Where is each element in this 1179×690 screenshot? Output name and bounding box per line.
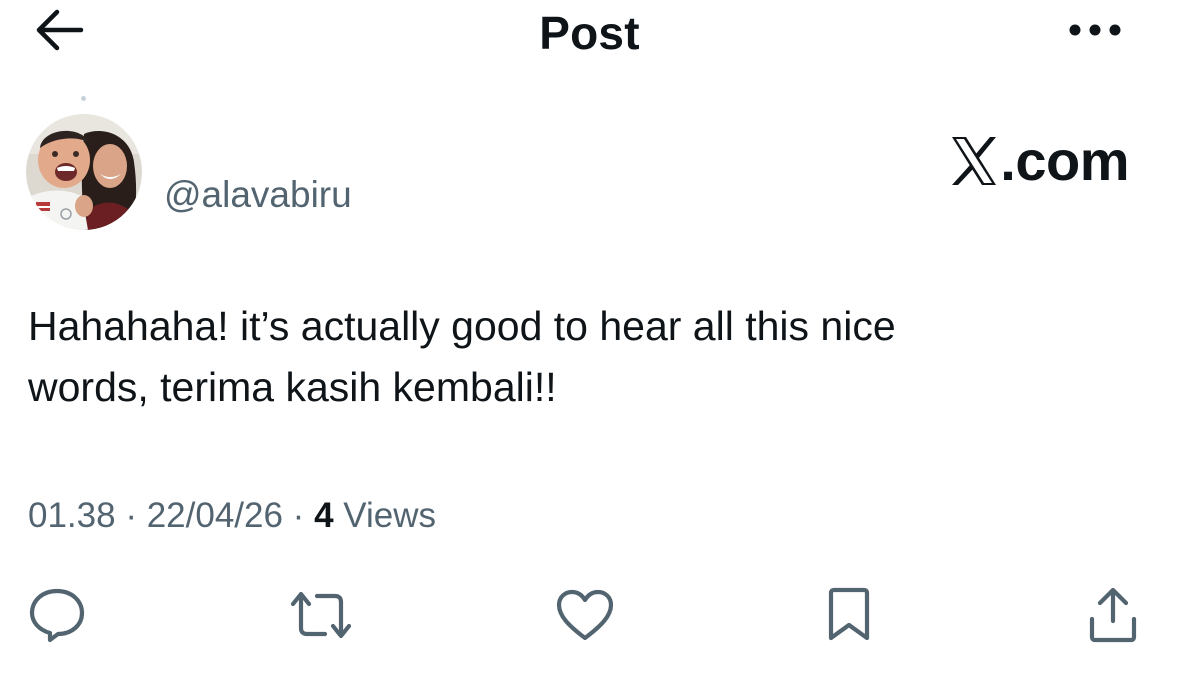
more-horizontal-icon	[1065, 20, 1125, 40]
post-text-line: Hahahaha! it’s actually good to hear all…	[28, 303, 896, 349]
share-button[interactable]	[1082, 584, 1144, 646]
bookmark-button[interactable]	[818, 584, 880, 646]
reply-button[interactable]	[26, 584, 88, 646]
watermark-text: .com	[1000, 129, 1129, 192]
page-title: Post	[539, 7, 640, 59]
author-handle[interactable]: @alavabiru	[164, 174, 352, 216]
top-bar: Post	[0, 0, 1179, 64]
arrow-left-icon	[33, 8, 85, 52]
post-metadata: 01.38 · 22/04/26 · 4 Views	[28, 496, 436, 536]
post-date[interactable]: 22/04/26	[147, 496, 283, 535]
x-com-watermark: .com	[950, 128, 1129, 193]
meta-separator: ·	[282, 496, 315, 535]
repost-icon	[289, 588, 353, 642]
action-bar	[0, 584, 1179, 646]
post-text: Hahahaha! it’s actually good to hear all…	[28, 296, 1148, 418]
post-text-line: words, terima kasih kembali!!	[28, 364, 557, 410]
heart-icon	[555, 588, 615, 642]
views-count[interactable]: 4	[314, 496, 333, 535]
decorative-dot	[81, 96, 86, 101]
avatar[interactable]	[26, 114, 142, 230]
post-time[interactable]: 01.38	[28, 496, 116, 535]
bookmark-icon	[825, 587, 873, 643]
x-logo-icon	[950, 135, 998, 187]
like-button[interactable]	[554, 584, 616, 646]
meta-separator: ·	[115, 496, 147, 535]
more-options-button[interactable]	[1060, 12, 1130, 48]
repost-button[interactable]	[290, 584, 352, 646]
back-button[interactable]	[30, 8, 88, 52]
reply-icon	[28, 587, 86, 643]
share-icon	[1087, 587, 1139, 643]
views-label[interactable]: Views	[334, 496, 436, 535]
